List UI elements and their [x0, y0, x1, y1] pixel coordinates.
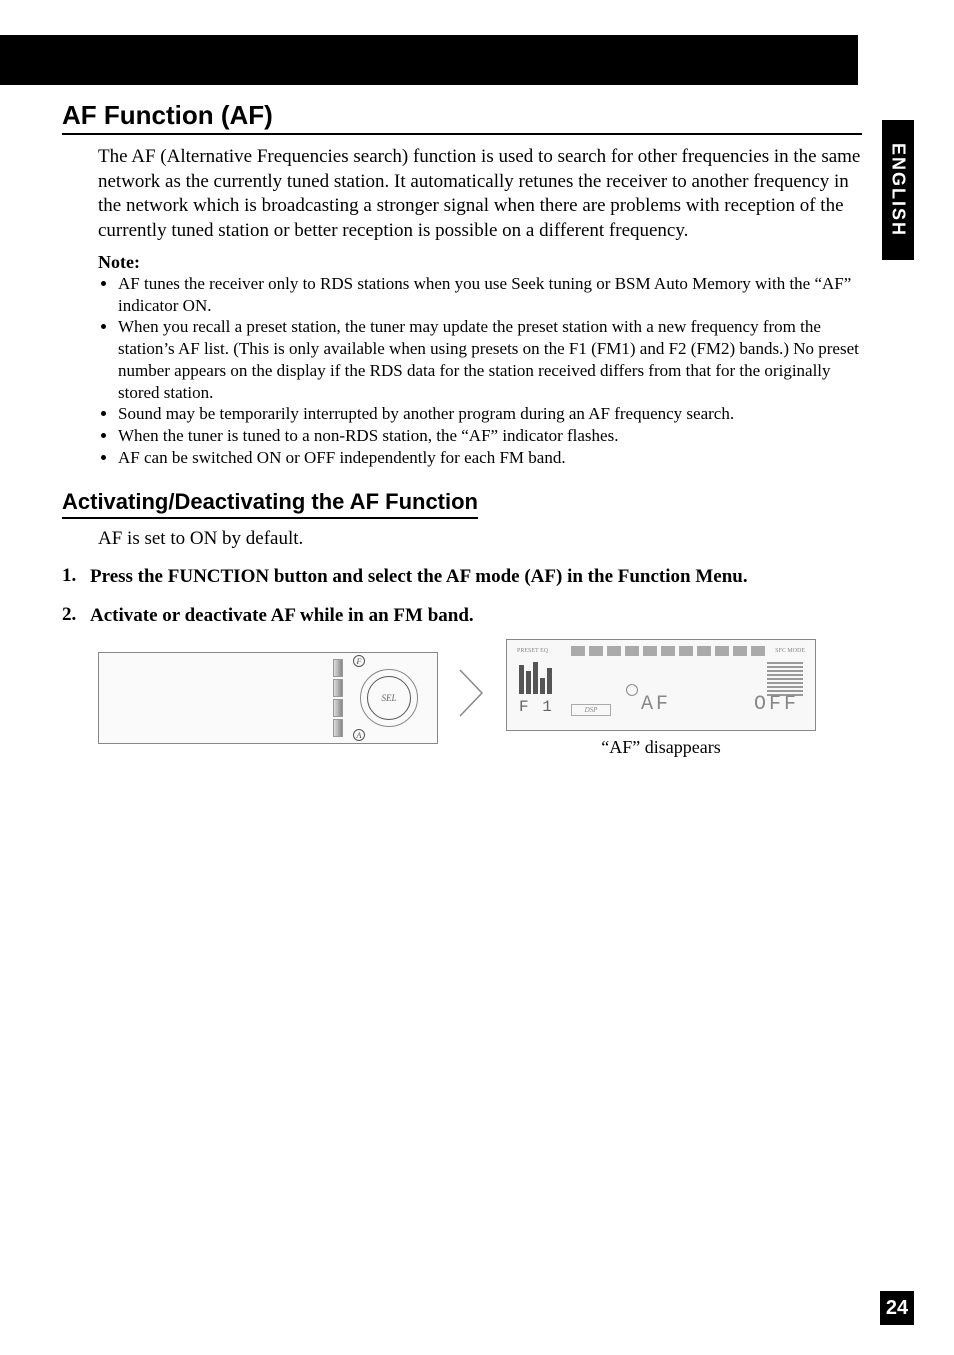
mode-graphic: [767, 662, 803, 696]
eq-bars-icon: [519, 662, 563, 694]
figure-row: F A SEL PRESET EQ SFC MODE: [98, 639, 862, 758]
step-2: 2. Activate or deactivate AF while in an…: [62, 604, 862, 629]
step-number: 2.: [62, 604, 90, 629]
note-item: Sound may be temporarily interrupted by …: [118, 403, 862, 425]
af-indicator: AF: [641, 693, 671, 716]
step-text: Press the FUNCTION button and select the…: [90, 565, 748, 590]
display-illustration: PRESET EQ SFC MODE F 1 DSP AF OFF: [506, 639, 816, 731]
page-number: 24: [880, 1291, 914, 1325]
header-black-bar: [0, 35, 858, 85]
dsp-indicator: DSP: [571, 704, 611, 716]
note-item: When the tuner is tuned to a non-RDS sta…: [118, 425, 862, 447]
preset-eq-label: PRESET EQ: [517, 648, 548, 654]
note-list: AF tunes the receiver only to RDS statio…: [118, 273, 862, 469]
device-buttons: [333, 659, 343, 737]
circle-indicator-icon: [626, 684, 638, 696]
sub-intro: AF is set to ON by default.: [98, 527, 862, 552]
figure-caption: “AF” disappears: [601, 737, 720, 758]
arrow-right-icon: [458, 668, 486, 728]
note-item: When you recall a preset station, the tu…: [118, 316, 862, 403]
band-indicator: F 1: [519, 698, 554, 716]
off-indicator: OFF: [754, 693, 799, 716]
note-item: AF tunes the receiver only to RDS statio…: [118, 273, 862, 317]
display-column: PRESET EQ SFC MODE F 1 DSP AF OFF “A: [506, 639, 816, 758]
step-1: 1. Press the FUNCTION button and select …: [62, 565, 862, 590]
note-item: AF can be switched ON or OFF independent…: [118, 447, 862, 469]
intro-paragraph: The AF (Alternative Frequencies search) …: [98, 145, 862, 244]
language-tab: ENGLISH: [882, 120, 914, 260]
knob-area: SEL: [349, 659, 429, 737]
top-icons: [571, 646, 803, 658]
step-text: Activate or deactivate AF while in an FM…: [90, 604, 474, 629]
step-number: 1.: [62, 565, 90, 590]
device-illustration: F A SEL: [98, 652, 438, 744]
note-label: Note:: [98, 252, 862, 273]
main-heading: AF Function (AF): [62, 100, 862, 135]
sel-knob: SEL: [367, 676, 411, 720]
sub-heading: Activating/Deactivating the AF Function: [62, 489, 478, 519]
page-content: AF Function (AF) The AF (Alternative Fre…: [62, 100, 862, 758]
